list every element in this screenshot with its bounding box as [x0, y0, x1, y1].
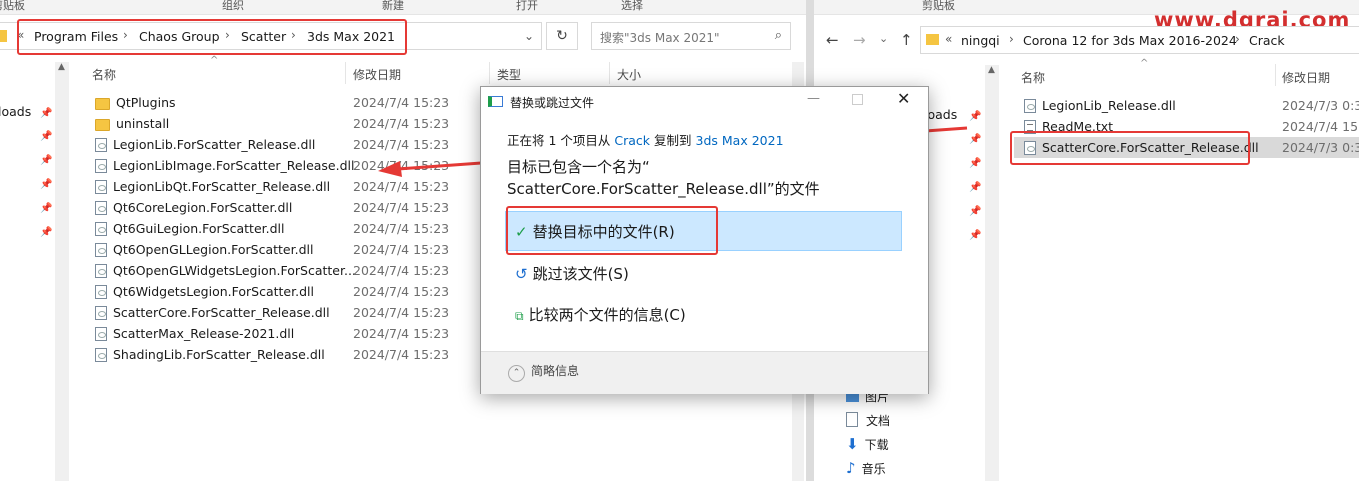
compare-icon: ⧉	[515, 309, 524, 323]
dialog-title: 替换或跳过文件	[510, 96, 595, 110]
close-button[interactable]: ✕	[897, 89, 910, 108]
chevron-up-icon: ⌃	[508, 365, 525, 382]
skip-label: 跳过该文件(S)	[532, 265, 629, 283]
replace-or-skip-dialog: 替换或跳过文件 — ✕ 正在将 1 个项目从 Crack 复制到 3ds Max…	[480, 86, 929, 394]
compare-label: 比较两个文件的信息(C)	[528, 306, 686, 324]
source-folder-link[interactable]: Crack	[614, 133, 650, 148]
annotation-replace-box	[506, 206, 718, 255]
conflict-message-line2: ScatterCore.ForScatter_Release.dll”的文件	[507, 180, 820, 198]
skip-file-button[interactable]: ↺ 跳过该文件(S)	[515, 263, 629, 284]
skip-arrow-icon: ↺	[515, 265, 528, 283]
maximize-button	[852, 94, 863, 105]
copy-icon	[488, 96, 503, 107]
arrow-head-icon	[378, 161, 402, 177]
compare-files-button[interactable]: ⧉ 比较两个文件的信息(C)	[515, 304, 686, 325]
destination-folder-link[interactable]: 3ds Max 2021	[696, 133, 784, 148]
minimize-button[interactable]: —	[807, 91, 820, 106]
copy-progress-text: 正在将 1 个项目从 Crack 复制到 3ds Max 2021	[507, 130, 784, 149]
copy-mid: 复制到	[654, 133, 692, 148]
copy-prefix: 正在将 1 个项目从	[507, 133, 611, 148]
fewer-details-toggle[interactable]: ⌃ 简略信息	[508, 362, 579, 382]
details-label: 简略信息	[531, 364, 580, 378]
conflict-message-line1: 目标已包含一个名为“	[507, 158, 650, 176]
